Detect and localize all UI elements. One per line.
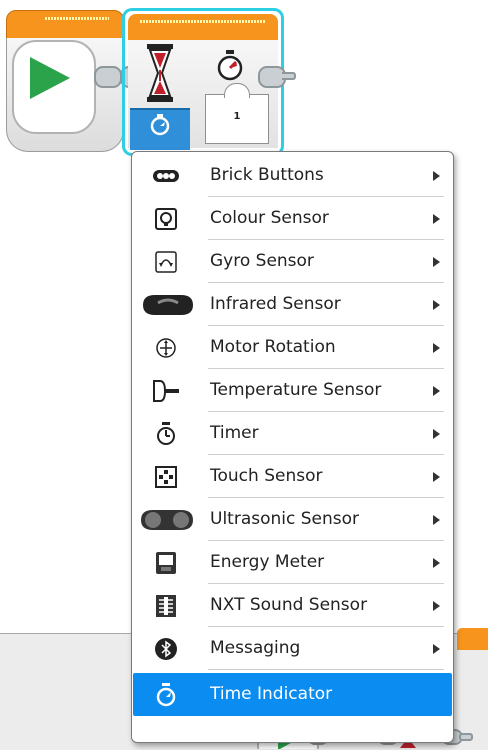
touch-sensor-icon — [151, 465, 181, 489]
timer-mode-icon[interactable] — [149, 114, 171, 136]
submenu-arrow-icon — [433, 644, 440, 654]
menu-item-label: Temperature Sensor — [210, 380, 382, 400]
port-notch — [224, 83, 250, 98]
submenu-arrow-icon — [433, 601, 440, 611]
sequence-plug-out[interactable] — [94, 66, 122, 88]
menu-item-label: Motor Rotation — [210, 337, 336, 357]
menu-item-label: Ultrasonic Sensor — [210, 509, 360, 529]
hourglass-icon — [147, 44, 173, 102]
time-indicator-icon — [151, 683, 181, 707]
play-icon[interactable] — [30, 57, 70, 99]
menu-item-label: Messaging — [210, 638, 301, 658]
mode-dropdown-menu: Brick Buttons Colour Sensor Gyro Sensor … — [131, 151, 454, 743]
menu-item-label: NXT Sound Sensor — [210, 595, 368, 615]
menu-item-colour-sensor[interactable]: Colour Sensor — [133, 197, 452, 240]
menu-item-time-indicator[interactable]: Time Indicator — [133, 673, 452, 716]
infrared-sensor-icon — [141, 293, 195, 317]
menu-item-label: Timer — [210, 423, 259, 443]
menu-item-infrared-sensor[interactable]: Infrared Sensor — [133, 283, 452, 326]
submenu-arrow-icon — [433, 558, 440, 568]
nxt-sound-sensor-icon — [151, 594, 181, 618]
submenu-arrow-icon — [433, 257, 440, 267]
submenu-arrow-icon — [433, 429, 440, 439]
menu-item-label: Infrared Sensor — [210, 294, 341, 314]
submenu-arrow-icon — [433, 343, 440, 353]
motor-rotation-icon — [151, 336, 181, 360]
port-selector[interactable]: 1 — [205, 83, 269, 144]
menu-item-brick-buttons[interactable]: Brick Buttons — [133, 154, 452, 197]
submenu-arrow-icon — [433, 386, 440, 396]
block-header-partial — [457, 628, 488, 650]
menu-item-label: Time Indicator — [210, 684, 333, 704]
menu-item-timer[interactable]: Timer — [133, 412, 452, 455]
colour-sensor-icon — [151, 207, 181, 231]
menu-item-touch-sensor[interactable]: Touch Sensor — [133, 455, 452, 498]
brick-buttons-icon — [151, 164, 181, 188]
timer-icon — [151, 422, 181, 446]
menu-item-label: Energy Meter — [210, 552, 325, 572]
menu-item-messaging[interactable]: Messaging — [133, 627, 452, 670]
menu-item-label: Brick Buttons — [210, 165, 324, 185]
menu-item-temperature-sensor[interactable]: Temperature Sensor — [133, 369, 452, 412]
wait-plug-tab — [282, 72, 296, 80]
submenu-arrow-icon — [433, 214, 440, 224]
submenu-arrow-icon — [433, 300, 440, 310]
menu-item-ultrasonic-sensor[interactable]: Ultrasonic Sensor — [133, 498, 452, 541]
menu-item-energy-meter[interactable]: Energy Meter — [133, 541, 452, 584]
timer-input-icon — [217, 50, 243, 81]
port-number: 1 — [233, 111, 241, 122]
menu-separator — [208, 669, 444, 670]
ultrasonic-sensor-icon — [139, 508, 195, 532]
submenu-arrow-icon — [433, 472, 440, 482]
energy-meter-icon — [151, 551, 181, 575]
gyro-sensor-icon — [151, 250, 181, 274]
start-block-header — [6, 10, 124, 40]
messaging-icon — [151, 637, 181, 661]
menu-item-gyro-sensor[interactable]: Gyro Sensor — [133, 240, 452, 283]
temperature-sensor-icon — [151, 379, 181, 403]
menu-item-motor-rotation[interactable]: Motor Rotation — [133, 326, 452, 369]
menu-item-nxt-sound-sensor[interactable]: NXT Sound Sensor — [133, 584, 452, 627]
menu-item-label: Colour Sensor — [210, 208, 329, 228]
menu-item-label: Gyro Sensor — [210, 251, 314, 271]
menu-item-label: Touch Sensor — [210, 466, 323, 486]
submenu-arrow-icon — [433, 171, 440, 181]
submenu-arrow-icon — [433, 515, 440, 525]
